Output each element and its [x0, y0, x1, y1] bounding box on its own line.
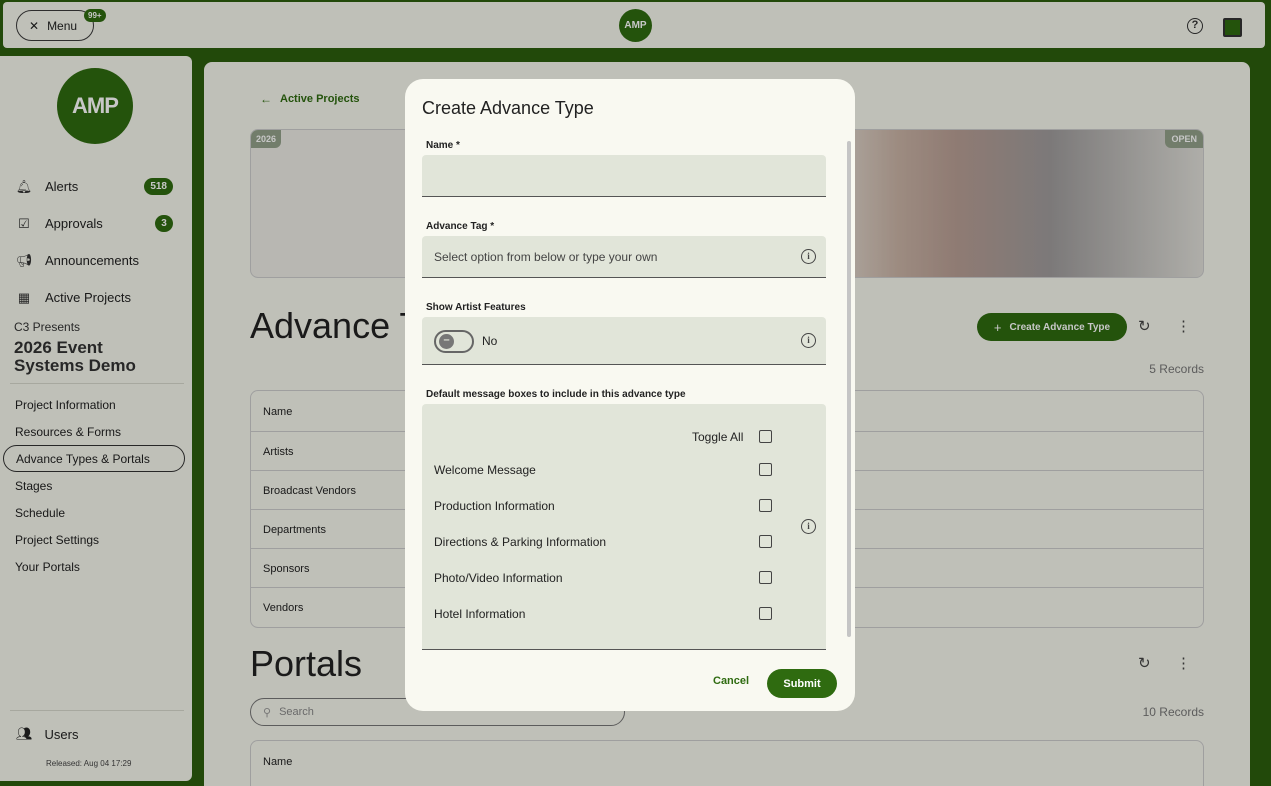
submit-button[interactable]: Submit	[767, 669, 837, 698]
toggle-all-checkbox[interactable]	[759, 430, 772, 443]
artist-features-field: – No i	[422, 317, 826, 365]
welcome-message-checkbox[interactable]	[759, 463, 772, 476]
info-icon[interactable]: i	[801, 249, 816, 264]
dialog-title: Create Advance Type	[422, 98, 594, 118]
advance-tag-field-label: Advance Tag *	[426, 221, 495, 232]
photo-video-checkbox[interactable]	[759, 571, 772, 584]
message-box-label: Welcome Message	[434, 463, 536, 477]
info-icon[interactable]: i	[801, 333, 816, 348]
message-boxes-label: Default message boxes to include in this…	[426, 389, 686, 400]
create-advance-type-dialog: Create Advance Type Name * Advance Tag *…	[405, 79, 855, 711]
toggle-all-label: Toggle All	[692, 430, 744, 444]
name-input[interactable]	[422, 155, 826, 197]
toggle-all-row: Toggle All	[422, 427, 782, 447]
directions-parking-checkbox[interactable]	[759, 535, 772, 548]
message-box-row: Directions & Parking Information	[422, 532, 782, 552]
message-box-label: Production Information	[434, 499, 555, 513]
message-box-row: Welcome Message	[422, 460, 782, 480]
message-box-label: Photo/Video Information	[434, 571, 563, 585]
info-icon[interactable]: i	[801, 519, 816, 534]
message-boxes-field: Toggle All Welcome Message Production In…	[422, 404, 826, 650]
artist-features-label: Show Artist Features	[426, 302, 526, 313]
hotel-information-checkbox[interactable]	[759, 607, 772, 620]
message-box-row: Hotel Information	[422, 604, 782, 624]
toggle-off-icon: –	[439, 334, 454, 349]
artist-features-toggle-text: No	[482, 334, 498, 348]
name-field-label: Name *	[426, 140, 460, 151]
message-box-label: Hotel Information	[434, 607, 526, 621]
message-box-label: Directions & Parking Information	[434, 535, 607, 549]
artist-features-toggle[interactable]: –	[434, 330, 474, 353]
dialog-scrollbar[interactable]	[847, 141, 851, 637]
production-information-checkbox[interactable]	[759, 499, 772, 512]
advance-tag-placeholder: Select option from below or type your ow…	[434, 250, 658, 264]
advance-tag-input[interactable]: Select option from below or type your ow…	[422, 236, 826, 278]
message-box-row: Photo/Video Information	[422, 568, 782, 588]
message-box-row: Production Information	[422, 496, 782, 516]
cancel-button[interactable]: Cancel	[713, 675, 749, 687]
